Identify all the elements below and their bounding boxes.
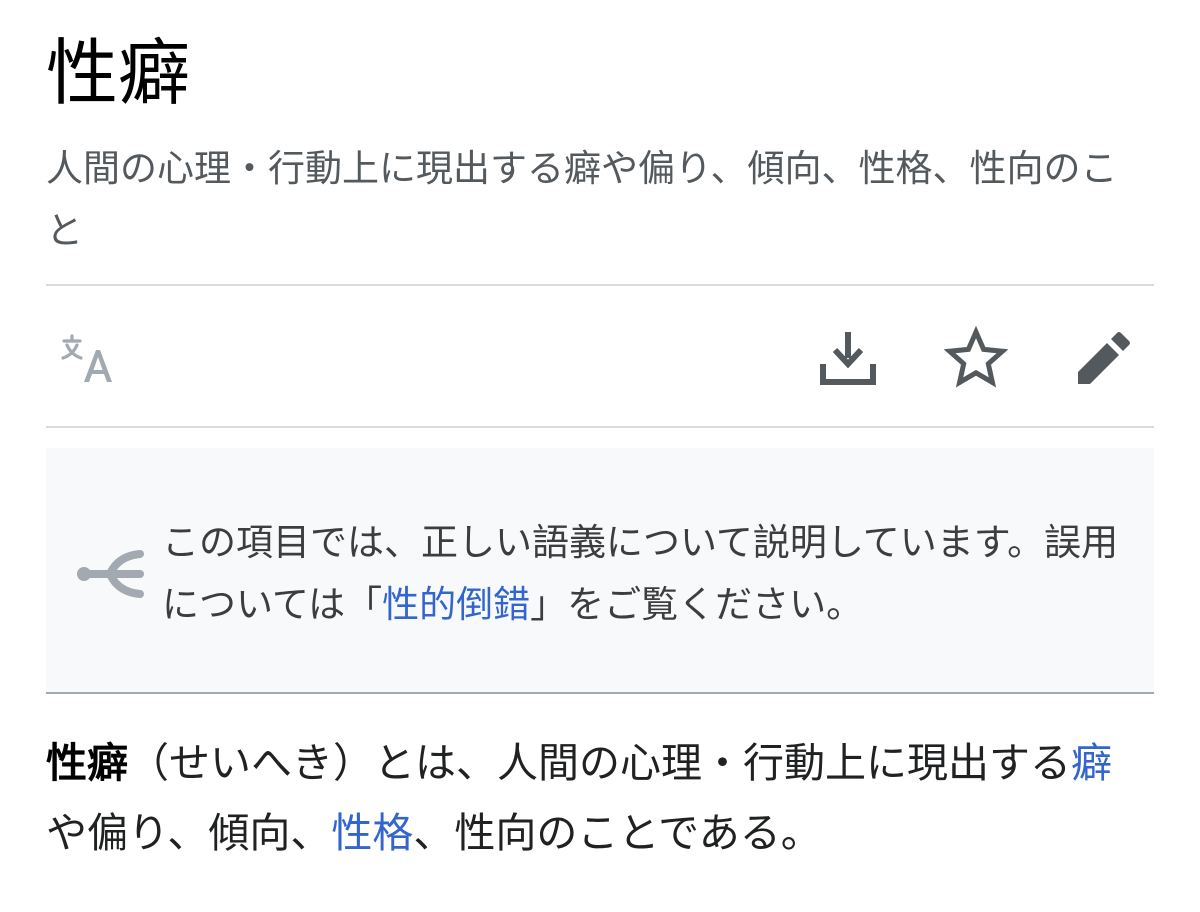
star-watch-icon[interactable]	[944, 326, 1008, 390]
link-seiteki-tousaku[interactable]: 性的倒錯	[382, 583, 530, 626]
intro-text-end: 、性向のことである。	[413, 809, 822, 857]
intro-term: 性癖	[46, 739, 128, 787]
hatnote-text: この項目では、正しい語義について説明しています。誤用については「性的倒錯」をご覧…	[162, 512, 1122, 636]
toolbar-bottom-divider	[46, 426, 1154, 428]
page-actions-toolbar	[46, 286, 1154, 426]
intro-text-mid: や偏り、傾向、	[46, 809, 332, 857]
intro-reading: （せいへき）とは、人間の心理・行動上に現出する	[128, 739, 1071, 787]
pencil-edit-icon[interactable]	[1070, 326, 1134, 390]
language-translate-icon[interactable]	[60, 326, 124, 390]
download-icon[interactable]	[816, 326, 880, 390]
hatnote-text-after: 」をご覧ください。	[530, 583, 864, 626]
link-heki[interactable]: 癖	[1071, 739, 1112, 787]
disambiguation-arrows-icon	[74, 544, 154, 608]
page-short-description: 人間の心理・行動上に現出する癖や偏り、傾向、性格、性向のこと	[46, 147, 1118, 252]
link-seikaku[interactable]: 性格	[331, 809, 413, 857]
intro-paragraph: 性癖（せいへき）とは、人間の心理・行動上に現出する癖や偏り、傾向、性格、性向のこ…	[46, 728, 1146, 868]
hatnote-box: この項目では、正しい語義について説明しています。誤用については「性的倒錯」をご覧…	[46, 448, 1154, 694]
page-title: 性癖	[46, 31, 191, 115]
